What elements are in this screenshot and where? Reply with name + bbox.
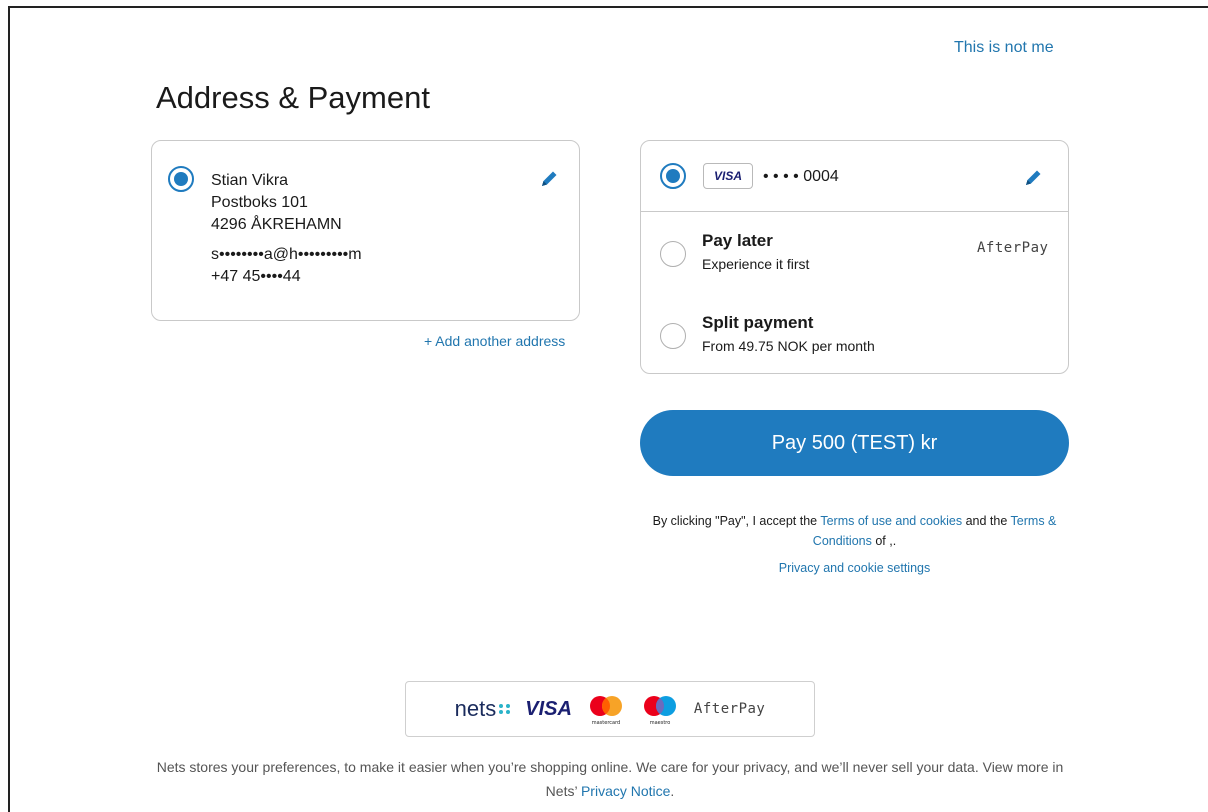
saved-card-option[interactable]: VISA • • • • 0004 bbox=[641, 141, 1068, 212]
payment-card: VISA • • • • 0004 Pay later Experience i… bbox=[640, 140, 1069, 374]
legal-suffix: of ,. bbox=[871, 534, 897, 548]
add-address-link[interactable]: + Add another address bbox=[424, 333, 565, 349]
visa-logo-icon: VISA bbox=[525, 697, 572, 720]
pencil-icon[interactable] bbox=[538, 168, 560, 190]
payment-logos: nets VISA mastercard maestro AfterPay bbox=[405, 681, 815, 737]
legal-middle: and the bbox=[962, 514, 1011, 528]
address-street: Postboks 101 bbox=[211, 194, 308, 211]
afterpay-logo-icon: AfterPay bbox=[693, 701, 766, 717]
privacy-notice-link[interactable]: Privacy Notice bbox=[581, 783, 670, 799]
address-radio-selected[interactable] bbox=[168, 166, 194, 192]
pencil-icon[interactable] bbox=[1022, 167, 1044, 189]
terms-of-use-link[interactable]: Terms of use and cookies bbox=[820, 514, 962, 528]
not-me-link[interactable]: This is not me bbox=[954, 39, 1054, 57]
card-number: • • • • 0004 bbox=[763, 168, 839, 185]
address-phone: +47 45••••44 bbox=[211, 268, 301, 285]
privacy-cookie-settings-link[interactable]: Privacy and cookie settings bbox=[640, 561, 1069, 575]
address-card[interactable]: Stian Vikra Postboks 101 4296 ÅKREHAMN s… bbox=[151, 140, 580, 321]
address-postal: 4296 ÅKREHAMN bbox=[211, 216, 342, 233]
address-name: Stian Vikra bbox=[211, 172, 289, 189]
footer-period: . bbox=[670, 783, 675, 799]
address-details: Stian Vikra Postboks 101 4296 ÅKREHAMN s… bbox=[211, 170, 362, 288]
visa-badge-icon: VISA bbox=[703, 163, 753, 189]
mastercard-label: mastercard bbox=[592, 720, 620, 726]
nets-logo-icon: nets bbox=[455, 696, 512, 722]
card-radio-selected[interactable] bbox=[660, 163, 686, 189]
split-payment-radio[interactable] bbox=[660, 323, 686, 349]
footer-text: Nets stores your preferences, to make it… bbox=[150, 755, 1070, 803]
split-payment-title: Split payment bbox=[702, 313, 814, 332]
pay-later-option[interactable]: Pay later Experience it first AfterPay bbox=[641, 231, 1068, 295]
split-payment-subtitle: From 49.75 NOK per month bbox=[702, 338, 875, 354]
pay-later-subtitle: Experience it first bbox=[702, 256, 810, 272]
split-payment-option[interactable]: Split payment From 49.75 NOK per month bbox=[641, 313, 1068, 377]
afterpay-logo-icon: AfterPay bbox=[977, 240, 1049, 256]
address-email: s••••••••a@h•••••••••m bbox=[211, 246, 362, 263]
pay-later-title: Pay later bbox=[702, 231, 773, 250]
maestro-label: maestro bbox=[650, 720, 671, 726]
maestro-logo-icon: maestro bbox=[640, 689, 680, 729]
pay-button[interactable]: Pay 500 (TEST) kr bbox=[640, 410, 1069, 476]
legal-text: By clicking "Pay", I accept the Terms of… bbox=[632, 511, 1077, 551]
pay-later-radio[interactable] bbox=[660, 241, 686, 267]
mastercard-logo-icon: mastercard bbox=[586, 689, 626, 729]
page-title: Address & Payment bbox=[156, 80, 430, 115]
legal-prefix: By clicking "Pay", I accept the bbox=[652, 514, 821, 528]
nets-logo-text: nets bbox=[454, 696, 497, 721]
